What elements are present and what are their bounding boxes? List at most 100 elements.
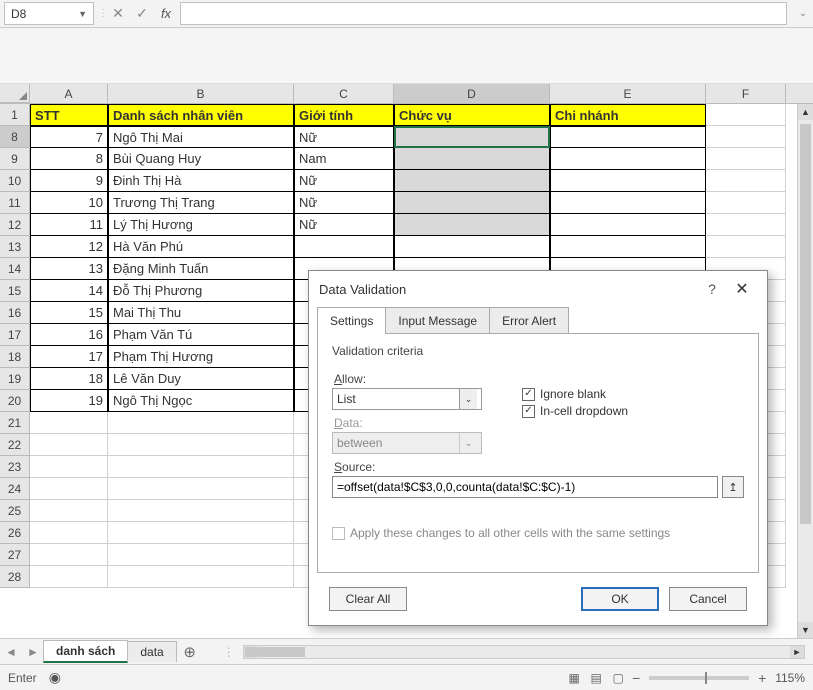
cell-stt[interactable]: 7 — [30, 126, 108, 148]
cell-branch[interactable] — [550, 192, 706, 214]
header-cell[interactable]: Chi nhánh — [550, 104, 706, 126]
cell-position[interactable] — [394, 192, 550, 214]
normal-view-icon[interactable]: ▦ — [563, 671, 585, 685]
scroll-thumb[interactable] — [245, 647, 305, 657]
sheet-tab-active[interactable]: danh sách — [43, 640, 128, 663]
tab-input-message[interactable]: Input Message — [385, 307, 490, 334]
column-header[interactable]: D — [394, 84, 550, 103]
row-header[interactable]: 13 — [0, 236, 30, 258]
row-header[interactable]: 1 — [0, 104, 30, 126]
cell-stt[interactable]: 16 — [30, 324, 108, 346]
cell[interactable] — [108, 412, 294, 434]
row-header[interactable]: 12 — [0, 214, 30, 236]
cell-stt[interactable]: 11 — [30, 214, 108, 236]
header-cell[interactable]: STT — [30, 104, 108, 126]
dialog-titlebar[interactable]: Data Validation ? ✕ — [309, 271, 767, 307]
sheet-nav-next-icon[interactable]: ► — [22, 645, 44, 659]
page-break-icon[interactable]: ▢ — [607, 671, 629, 685]
cell-gender[interactable]: Nữ — [294, 214, 394, 236]
column-header[interactable]: A — [30, 84, 108, 103]
scroll-down-icon[interactable]: ▼ — [798, 622, 813, 638]
cell-stt[interactable]: 9 — [30, 170, 108, 192]
cell-branch[interactable] — [550, 170, 706, 192]
cell-branch[interactable] — [550, 236, 706, 258]
vertical-scrollbar[interactable]: ▲ ▼ — [797, 104, 813, 638]
header-cell[interactable]: Giới tính — [294, 104, 394, 126]
cell[interactable] — [108, 434, 294, 456]
cell-stt[interactable]: 8 — [30, 148, 108, 170]
cell-stt[interactable]: 14 — [30, 280, 108, 302]
cancel-formula-icon[interactable]: ✕ — [106, 0, 130, 27]
row-header[interactable]: 22 — [0, 434, 30, 456]
cell-stt[interactable]: 19 — [30, 390, 108, 412]
zoom-in-icon[interactable]: + — [755, 670, 769, 686]
cell-name[interactable]: Hà Văn Phú — [108, 236, 294, 258]
cell-name[interactable]: Bùi Quang Huy — [108, 148, 294, 170]
cell-position[interactable] — [394, 214, 550, 236]
row-header[interactable]: 11 — [0, 192, 30, 214]
tab-error-alert[interactable]: Error Alert — [489, 307, 569, 334]
fx-icon[interactable]: fx — [154, 0, 178, 27]
cell[interactable] — [706, 214, 786, 236]
cell-name[interactable]: Ngô Thị Mai — [108, 126, 294, 148]
row-header[interactable]: 15 — [0, 280, 30, 302]
allow-select[interactable]: List ⌄ — [332, 388, 482, 410]
cell-gender[interactable] — [294, 236, 394, 258]
cell-stt[interactable]: 13 — [30, 258, 108, 280]
cell-name[interactable]: Ngô Thị Ngọc — [108, 390, 294, 412]
zoom-level[interactable]: 115% — [775, 671, 805, 685]
cell[interactable] — [30, 412, 108, 434]
scroll-right-icon[interactable]: ► — [790, 646, 804, 658]
cell[interactable] — [30, 500, 108, 522]
cell-stt[interactable]: 12 — [30, 236, 108, 258]
cell-position[interactable] — [394, 148, 550, 170]
cell[interactable] — [30, 456, 108, 478]
row-header[interactable]: 14 — [0, 258, 30, 280]
cell[interactable] — [108, 456, 294, 478]
zoom-out-icon[interactable]: − — [629, 670, 643, 686]
cell-name[interactable]: Mai Thị Thu — [108, 302, 294, 324]
cell[interactable] — [706, 126, 786, 148]
cell-name[interactable]: Phạm Thị Hương — [108, 346, 294, 368]
formula-input[interactable] — [180, 2, 787, 25]
scroll-thumb[interactable] — [800, 124, 811, 524]
range-picker-icon[interactable]: ↥ — [722, 476, 744, 498]
row-header[interactable]: 21 — [0, 412, 30, 434]
cell-gender[interactable]: Nữ — [294, 170, 394, 192]
select-all-corner[interactable] — [0, 84, 30, 103]
cell-name[interactable]: Đinh Thị Hà — [108, 170, 294, 192]
cell[interactable] — [706, 148, 786, 170]
cell-gender[interactable]: Nữ — [294, 126, 394, 148]
row-header[interactable]: 26 — [0, 522, 30, 544]
cell[interactable] — [30, 566, 108, 588]
column-header[interactable]: E — [550, 84, 706, 103]
cell[interactable] — [706, 170, 786, 192]
row-header[interactable]: 18 — [0, 346, 30, 368]
macro-record-icon[interactable]: ◉ — [49, 669, 61, 686]
header-cell[interactable]: Chức vụ — [394, 104, 550, 126]
sheet-nav-prev-icon[interactable]: ◄ — [0, 645, 22, 659]
column-header[interactable]: B — [108, 84, 294, 103]
cell[interactable] — [706, 104, 786, 126]
horizontal-scrollbar[interactable]: ◄ ► — [243, 645, 805, 659]
cell-stt[interactable]: 17 — [30, 346, 108, 368]
row-header[interactable]: 16 — [0, 302, 30, 324]
help-icon[interactable]: ? — [697, 281, 727, 297]
row-header[interactable]: 10 — [0, 170, 30, 192]
cell-name[interactable]: Phạm Văn Tú — [108, 324, 294, 346]
cell[interactable] — [108, 522, 294, 544]
sheet-tab-data[interactable]: data — [127, 641, 176, 662]
scroll-up-icon[interactable]: ▲ — [798, 104, 813, 120]
expand-formula-icon[interactable]: ⌄ — [793, 0, 813, 27]
row-header[interactable]: 19 — [0, 368, 30, 390]
cell-name[interactable]: Đặng Minh Tuấn — [108, 258, 294, 280]
ok-button[interactable]: OK — [581, 587, 659, 611]
cell-name[interactable]: Đỗ Thị Phương — [108, 280, 294, 302]
cell[interactable] — [108, 500, 294, 522]
row-header[interactable]: 8 — [0, 126, 30, 148]
cell-branch[interactable] — [550, 148, 706, 170]
cell-gender[interactable]: Nữ — [294, 192, 394, 214]
cell[interactable] — [30, 522, 108, 544]
chevron-down-icon[interactable]: ▼ — [78, 9, 87, 19]
cell[interactable] — [30, 434, 108, 456]
